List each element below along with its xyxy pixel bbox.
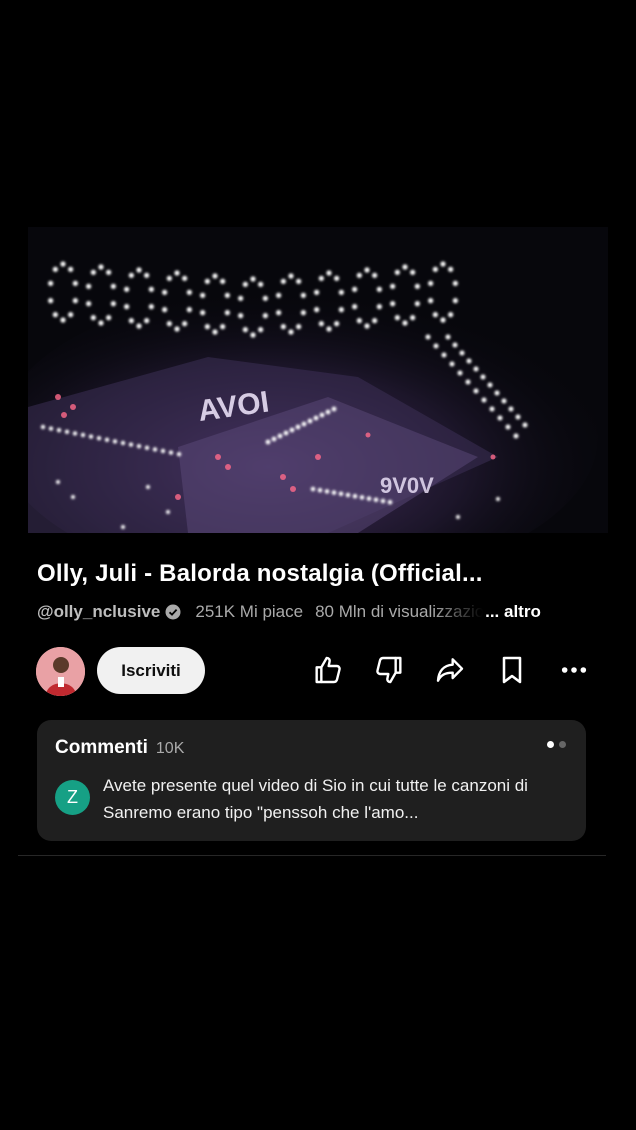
verified-badge-icon	[165, 604, 181, 620]
divider	[18, 855, 606, 856]
likes-count: 251K Mi piace	[195, 602, 304, 621]
share-icon	[436, 658, 464, 682]
channel-handle[interactable]: @olly_nclusive	[37, 602, 160, 622]
comments-label: Commenti	[55, 737, 148, 758]
dislike-button[interactable]	[371, 652, 407, 688]
top-comment-text: Avete presente quel video di Sio in cui …	[103, 776, 528, 822]
video-thumbnail: AVOI 9V0V	[28, 227, 608, 533]
video-meta[interactable]: @olly_nclusive 251K Mi piace 80 Mln di v…	[37, 601, 597, 623]
dislike-icon	[376, 656, 402, 684]
comments-card[interactable]: Commenti 10K Z Avete presente quel video…	[37, 720, 586, 841]
carousel-dot	[559, 741, 566, 748]
video-player[interactable]: AVOI 9V0V	[28, 227, 608, 533]
like-icon	[315, 656, 341, 684]
video-title[interactable]: Olly, Juli - Balorda nostalgia (Official…	[37, 560, 597, 588]
carousel-dot-active	[547, 741, 554, 748]
channel-avatar[interactable]	[36, 647, 85, 696]
save-icon	[502, 656, 522, 684]
more-icon	[561, 667, 587, 673]
views-count: 80 Mln di visualizzazioni	[315, 602, 484, 621]
share-button[interactable]	[432, 652, 468, 688]
more-options-button[interactable]	[556, 652, 592, 688]
like-button[interactable]	[310, 652, 346, 688]
comment-avatar: Z	[55, 780, 90, 815]
more-link[interactable]: ... altro	[485, 602, 541, 622]
comments-header: Commenti 10K	[55, 737, 184, 759]
carousel-indicator	[547, 741, 566, 748]
thumbnail-sign-2: 9V0V	[380, 473, 434, 498]
save-button[interactable]	[494, 652, 530, 688]
comments-count: 10K	[155, 740, 185, 757]
subscribe-button[interactable]: Iscriviti	[97, 647, 205, 694]
